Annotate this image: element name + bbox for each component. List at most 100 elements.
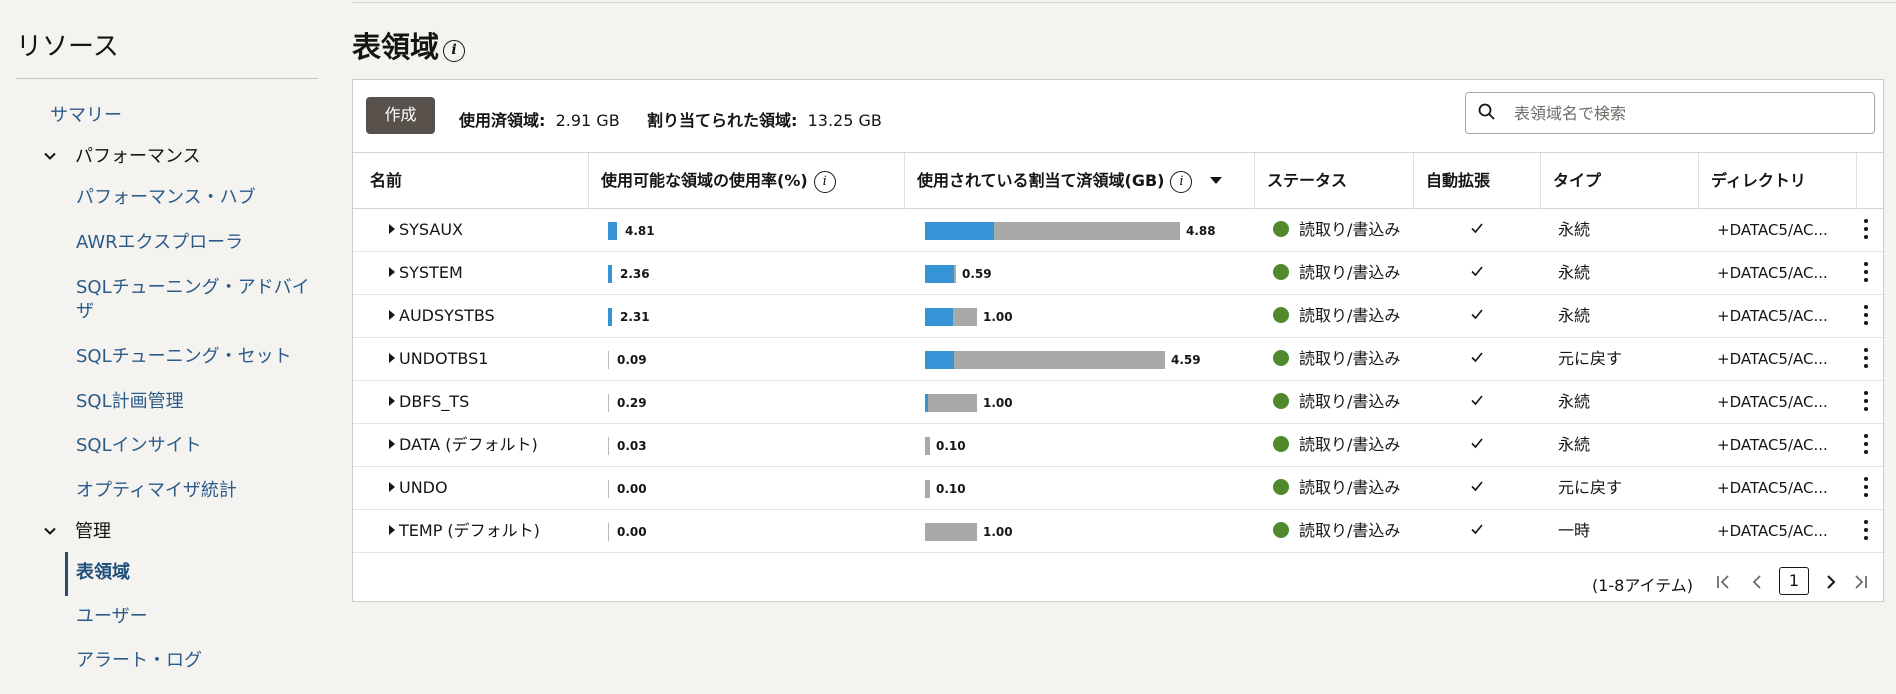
column-header-type[interactable]: タイプ [1541,153,1699,209]
sidebar-item-tablespaces[interactable]: 表領域 [76,561,130,585]
directory-cell: +DATAC5/AC... [1717,522,1828,540]
kebab-icon[interactable] [1863,391,1869,415]
kebab-icon[interactable] [1863,520,1869,544]
search-input[interactable] [1514,101,1864,125]
table-row[interactable]: DATA (デフォルト) 0.03 0.10 読取り/書込み 永続 +DATAC… [353,424,1883,467]
type-cell: 永続 [1558,220,1591,239]
search-box[interactable] [1465,92,1875,134]
sidebar-item-performance-hub[interactable]: パフォーマンス・ハブ [76,186,256,210]
sidebar-item-sql-tuning-advisor[interactable]: SQLチューニング・アドバイ ザ [76,276,310,324]
status-cell: 読取り/書込み [1273,510,1400,552]
usable-pct-value: 2.36 [620,267,650,281]
sidebar-item-label-line2: ザ [76,301,94,322]
kebab-icon[interactable] [1863,477,1869,501]
table-row[interactable]: UNDO 0.00 0.10 読取り/書込み 元に戻す +DATAC5/AC..… [353,467,1883,510]
sidebar-item-sql-plan-management[interactable]: SQL計画管理 [76,390,184,414]
usable-pct-value: 0.00 [617,482,647,496]
allocated-space-stat: 割り当てられた領域: 13.25 GB [647,107,882,131]
sidebar-item-sql-tuning-set[interactable]: SQLチューニング・セット [76,345,292,369]
tablespace-name-cell[interactable]: SYSTEM [389,252,463,294]
tablespace-name-cell[interactable]: DBFS_TS [389,381,469,423]
caret-right-icon[interactable] [389,396,395,406]
sidebar-title: リソース [16,32,119,62]
info-icon[interactable]: i [1170,171,1193,193]
check-icon [1471,266,1483,277]
usable-pct-value: 4.81 [625,224,655,238]
caret-right-icon[interactable] [389,224,395,234]
tablespace-name-cell[interactable]: TEMP (デフォルト) [389,510,540,552]
kebab-icon[interactable] [1863,434,1869,458]
type-cell: 一時 [1558,521,1591,540]
tablespace-name-cell[interactable]: DATA (デフォルト) [389,424,538,466]
usable-pct-fill [608,308,612,326]
status-text: 読取り/書込み [1299,478,1401,497]
tablespace-name-cell[interactable]: UNDOTBS1 [389,338,488,380]
info-icon[interactable]: i [443,40,466,62]
caret-right-icon[interactable] [389,353,395,363]
toolbar: 作成 使用済領域: 2.91 GB 割り当てられた領域: 13.25 GB [353,80,1883,152]
table-row[interactable]: AUDSYSTBS 2.31 1.00 読取り/書込み 永続 +DATAC5/A… [353,295,1883,338]
status-cell: 読取り/書込み [1273,424,1400,466]
caret-right-icon[interactable] [389,267,395,277]
status-text: 読取り/書込み [1299,349,1401,368]
tablespace-name-cell[interactable]: AUDSYSTBS [389,295,495,337]
create-button[interactable]: 作成 [366,97,435,134]
caret-right-icon[interactable] [389,439,395,449]
directory-cell: +DATAC5/AC... [1717,436,1828,454]
status-ok-icon [1273,221,1289,237]
caret-right-icon[interactable] [389,482,395,492]
caret-right-icon[interactable] [389,525,395,535]
table-row[interactable]: SYSTEM 2.36 0.59 読取り/書込み 永続 +DATAC5/AC..… [353,252,1883,295]
caret-down-icon[interactable] [1210,177,1223,184]
sidebar-group-administration[interactable]: 管理 [43,520,111,544]
sidebar-item-optimizer-stats[interactable]: オプティマイザ統計 [76,479,237,503]
column-header-autoextend[interactable]: 自動拡張 [1414,153,1541,209]
current-page[interactable]: 1 [1779,567,1809,595]
info-icon[interactable]: i [813,171,836,193]
kebab-icon[interactable] [1863,262,1869,286]
sidebar-item-users[interactable]: ユーザー [76,605,148,629]
column-header-label: 使用可能な領域の使用率(%) [601,171,808,190]
column-header-usable-pct[interactable]: 使用可能な領域の使用率(%) i [589,153,905,209]
kebab-icon[interactable] [1863,219,1869,243]
usable-pct-fill [608,222,617,240]
column-header-name[interactable]: 名前 [353,153,589,209]
page-title-text: 表領域 [352,30,440,64]
sidebar-item-awr-explorer[interactable]: AWRエクスプローラ [76,231,243,255]
tablespace-name-cell[interactable]: UNDO [389,467,448,509]
next-page-icon[interactable] [1821,572,1841,592]
column-header-status[interactable]: ステータス [1255,153,1414,209]
caret-right-icon[interactable] [389,310,395,320]
item-count: (1-8アイテム) [1591,576,1693,595]
kebab-icon[interactable] [1863,348,1869,372]
table-row[interactable]: TEMP (デフォルト) 0.00 1.00 読取り/書込み 一時 +DATAC… [353,510,1883,553]
first-page-icon[interactable] [1713,572,1733,592]
status-cell: 読取り/書込み [1273,252,1400,294]
top-divider [352,0,1896,3]
column-header-allocated-used[interactable]: 使用されている割当て済領域(GB) i [905,153,1255,209]
kebab-icon[interactable] [1863,305,1869,329]
sidebar-item-sql-insight[interactable]: SQLインサイト [76,434,202,458]
sidebar-group-performance[interactable]: パフォーマンス [43,145,201,169]
table-row[interactable]: DBFS_TS 0.29 1.00 読取り/書込み 永続 +DATAC5/AC.… [353,381,1883,424]
directory-cell: +DATAC5/AC... [1717,393,1828,411]
tablespace-name-cell[interactable]: SYSAUX [389,209,463,251]
status-ok-icon [1273,307,1289,323]
active-indicator [65,552,68,596]
status-text: 読取り/書込み [1299,435,1401,454]
table-row[interactable]: SYSAUX 4.81 4.88 読取り/書込み 永続 +DATAC5/AC..… [353,209,1883,252]
sidebar-item-alert-log[interactable]: アラート・ログ [76,649,202,673]
status-cell: 読取り/書込み [1273,467,1400,509]
type-cell: 永続 [1558,306,1591,325]
last-page-icon[interactable] [1851,572,1871,592]
allocated-used-value: 0.10 [936,439,966,453]
sidebar-group-label: 管理 [75,521,111,542]
status-cell: 読取り/書込み [1273,338,1400,380]
column-header-directory[interactable]: ディレクトリ [1699,153,1857,209]
sidebar-item-summary[interactable]: サマリー [50,104,122,128]
allocated-space-label: 割り当てられた領域: [647,111,798,130]
prev-page-icon[interactable] [1747,572,1767,592]
autoextend-cell [1470,338,1484,380]
allocated-fill [925,351,1165,369]
table-row[interactable]: UNDOTBS1 0.09 4.59 読取り/書込み 元に戻す +DATAC5/… [353,338,1883,381]
